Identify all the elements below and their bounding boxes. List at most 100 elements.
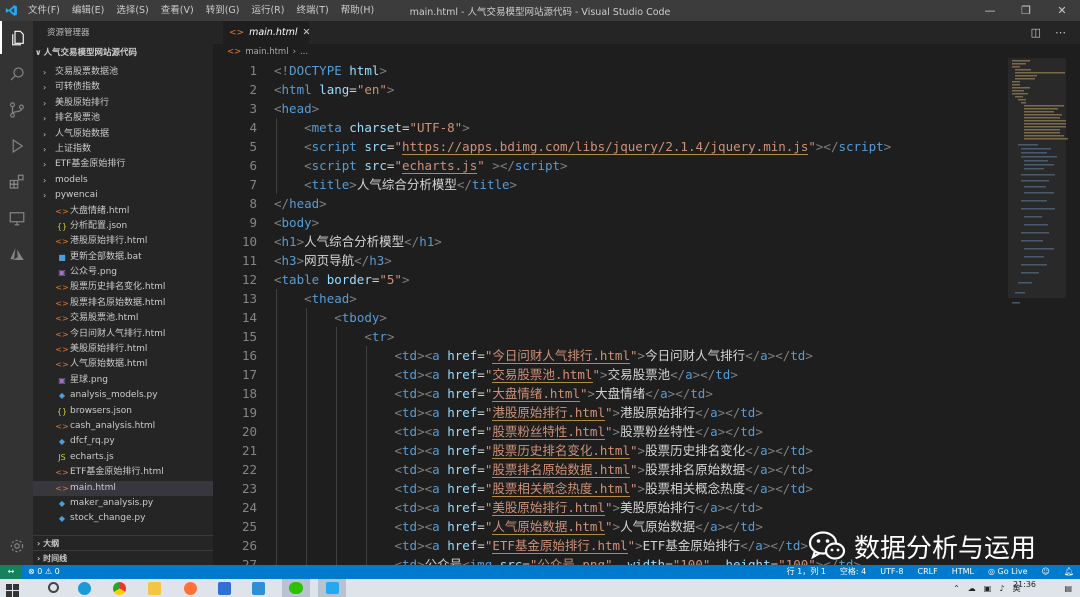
code-line[interactable]: 1 <!DOCTYPE html> [213, 61, 1008, 80]
chrome-browser-icon[interactable] [113, 582, 126, 595]
notifications-bell-icon[interactable]: 🔔︎ [1064, 565, 1074, 579]
language-mode[interactable]: HTML [952, 565, 974, 579]
close-icon[interactable]: ✕ [1044, 0, 1080, 21]
tree-file[interactable]: ▣ 星球.png [33, 373, 213, 388]
code-line[interactable]: 18 <td><a href="大盘情绪.html">大盘情绪</a></td> [213, 384, 1008, 403]
notification-center-icon[interactable]: ▤ [1064, 584, 1072, 593]
app-icon-blue[interactable] [218, 582, 231, 595]
timeline-section[interactable]: › 时间线 [33, 550, 213, 565]
windows-start-icon[interactable] [6, 582, 19, 597]
tree-file[interactable]: <> 今日问财人气排行.html [33, 327, 213, 342]
tree-file[interactable]: JS echarts.js [33, 450, 213, 465]
tree-folder[interactable]: › 排名股票池 [33, 111, 213, 126]
encoding[interactable]: UTF-8 [880, 565, 903, 579]
tray-chevron-icon[interactable]: ⌃ [953, 584, 960, 593]
code-line[interactable]: 19 <td><a href="港股原始排行.html">港股原始排行</a></… [213, 403, 1008, 422]
menu-item-6[interactable]: 终端(T) [290, 0, 334, 21]
code-line[interactable]: 5 <script src="https://apps.bdimg.com/lib… [213, 137, 1008, 156]
code-line[interactable]: 23 <td><a href="股票相关概念热度.html">股票相关概念热度</… [213, 479, 1008, 498]
cloud-icon[interactable]: ☁ [968, 584, 976, 593]
menu-item-7[interactable]: 帮助(H) [335, 0, 381, 21]
tree-file[interactable]: <> 港股原始排行.html [33, 234, 213, 249]
code-line[interactable]: 12 <table border="5"> [213, 270, 1008, 289]
tree-folder[interactable]: › 交易股票数据池 [33, 65, 213, 80]
code-line[interactable]: 11 <h3>网页导航</h3> [213, 251, 1008, 270]
remote-explorer-icon[interactable] [0, 201, 33, 234]
code-line[interactable]: 9 <body> [213, 213, 1008, 232]
breadcrumb-more[interactable]: ... [300, 47, 308, 57]
tree-folder[interactable]: › 上证指数 [33, 142, 213, 157]
code-line[interactable]: 4 <meta charset="UTF-8"> [213, 118, 1008, 137]
azure-icon[interactable] [0, 237, 33, 270]
clock[interactable]: 21:36 [1013, 580, 1036, 589]
tree-file[interactable]: <> 美股原始排行.html [33, 342, 213, 357]
code-line[interactable]: 2 <html lang="en"> [213, 80, 1008, 99]
code-line[interactable]: 6 <script src="echarts.js" ></script> [213, 156, 1008, 175]
menu-item-5[interactable]: 运行(R) [245, 0, 290, 21]
menu-item-2[interactable]: 选择(S) [110, 0, 154, 21]
tree-folder[interactable]: › pywencai [33, 188, 213, 203]
tree-file[interactable]: ◆ analysis_models.py [33, 388, 213, 403]
code-line[interactable]: 13 <thead> [213, 289, 1008, 308]
tree-file[interactable]: ▣ 公众号.png [33, 265, 213, 280]
search-icon[interactable] [0, 57, 33, 90]
indentation[interactable]: 空格: 4 [840, 565, 866, 579]
tab-main-html[interactable]: <> main.html ✕ [223, 21, 311, 44]
tree-file[interactable]: <> 交易股票池.html [33, 311, 213, 326]
menu-item-4[interactable]: 转到(G) [200, 0, 246, 21]
breadcrumb-file[interactable]: main.html [245, 47, 288, 57]
tree-folder[interactable]: › 可转债指数 [33, 80, 213, 95]
code-line[interactable]: 20 <td><a href="股票粉丝特性.html">股票粉丝特性</a></… [213, 422, 1008, 441]
menu-item-0[interactable]: 文件(F) [22, 0, 66, 21]
tree-file[interactable]: <> 人气原始数据.html [33, 357, 213, 372]
firefox-icon[interactable] [184, 582, 197, 595]
source-control-icon[interactable] [0, 93, 33, 126]
cursor-position[interactable]: 行 1，列 1 [787, 565, 826, 579]
code-line[interactable]: 17 <td><a href="交易股票池.html">交易股票池</a></td… [213, 365, 1008, 384]
tree-file[interactable]: {} browsers.json [33, 404, 213, 419]
volume-icon[interactable]: ♪ [999, 584, 1004, 593]
tree-folder[interactable]: › ETF基金原始排行 [33, 157, 213, 172]
tree-folder[interactable]: › 人气原始数据 [33, 127, 213, 142]
code-line[interactable]: 24 <td><a href="美股原始排行.html">美股原始排行</a></… [213, 498, 1008, 517]
workspace-folder[interactable]: ∨ 人气交易模型网站源代码 [33, 45, 213, 61]
file-explorer-icon[interactable] [148, 582, 161, 595]
extensions-icon[interactable] [0, 165, 33, 198]
app-icon-blue-2[interactable] [252, 582, 265, 595]
minimize-icon[interactable]: — [972, 0, 1008, 21]
task-view-icon[interactable] [48, 582, 59, 593]
split-editor-icon[interactable]: ◫ [1031, 26, 1041, 39]
code-line[interactable]: 22 <td><a href="股票排名原始数据.html">股票排名原始数据</… [213, 460, 1008, 479]
code-line[interactable]: 8 </head> [213, 194, 1008, 213]
tree-folder[interactable]: › models [33, 173, 213, 188]
end-of-line[interactable]: CRLF [918, 565, 938, 579]
tree-file[interactable]: <> 股票排名原始数据.html [33, 296, 213, 311]
vscode-taskbar-button[interactable] [318, 579, 346, 597]
tree-file[interactable]: <> 大盘情绪.html [33, 204, 213, 219]
tree-file[interactable]: ■ 更新全部数据.bat [33, 250, 213, 265]
menu-item-3[interactable]: 查看(V) [155, 0, 200, 21]
minimap[interactable] [1008, 44, 1080, 565]
wechat-taskbar-button[interactable] [282, 579, 310, 597]
tree-file[interactable]: ◆ dfcf_rq.py [33, 434, 213, 449]
tree-file[interactable]: ◆ stock_change.py [33, 511, 213, 526]
code-line[interactable]: 15 <tr> [213, 327, 1008, 346]
code-line[interactable]: 10 <h1>人气综合分析模型</h1> [213, 232, 1008, 251]
tree-folder[interactable]: › 美股原始排行 [33, 96, 213, 111]
explorer-icon[interactable] [0, 21, 33, 54]
code-line[interactable]: 14 <tbody> [213, 308, 1008, 327]
code-line[interactable]: 7 <title>人气综合分析模型</title> [213, 175, 1008, 194]
code-line[interactable]: 16 <td><a href="今日问财人气排行.html">今日问财人气排行</… [213, 346, 1008, 365]
run-debug-icon[interactable] [0, 129, 33, 162]
tree-file[interactable]: <> main.html [33, 480, 213, 496]
outline-section[interactable]: › 大纲 [33, 535, 213, 550]
restore-icon[interactable]: ❐ [1008, 0, 1044, 21]
tree-file[interactable]: {} 分析配置.json [33, 219, 213, 234]
more-actions-icon[interactable]: ⋯ [1055, 26, 1066, 39]
edge-browser-icon[interactable] [78, 582, 91, 595]
feedback-icon[interactable]: ☺ [1042, 565, 1050, 579]
code-editor[interactable]: 1 <!DOCTYPE html> 2 <html lang="en"> 3 <head>… [213, 60, 1008, 565]
problems-indicator[interactable]: ⊗ 0 ⚠ 0 [28, 565, 60, 579]
close-tab-icon[interactable]: ✕ [303, 27, 311, 38]
tree-file[interactable]: <> 股票历史排名变化.html [33, 280, 213, 295]
